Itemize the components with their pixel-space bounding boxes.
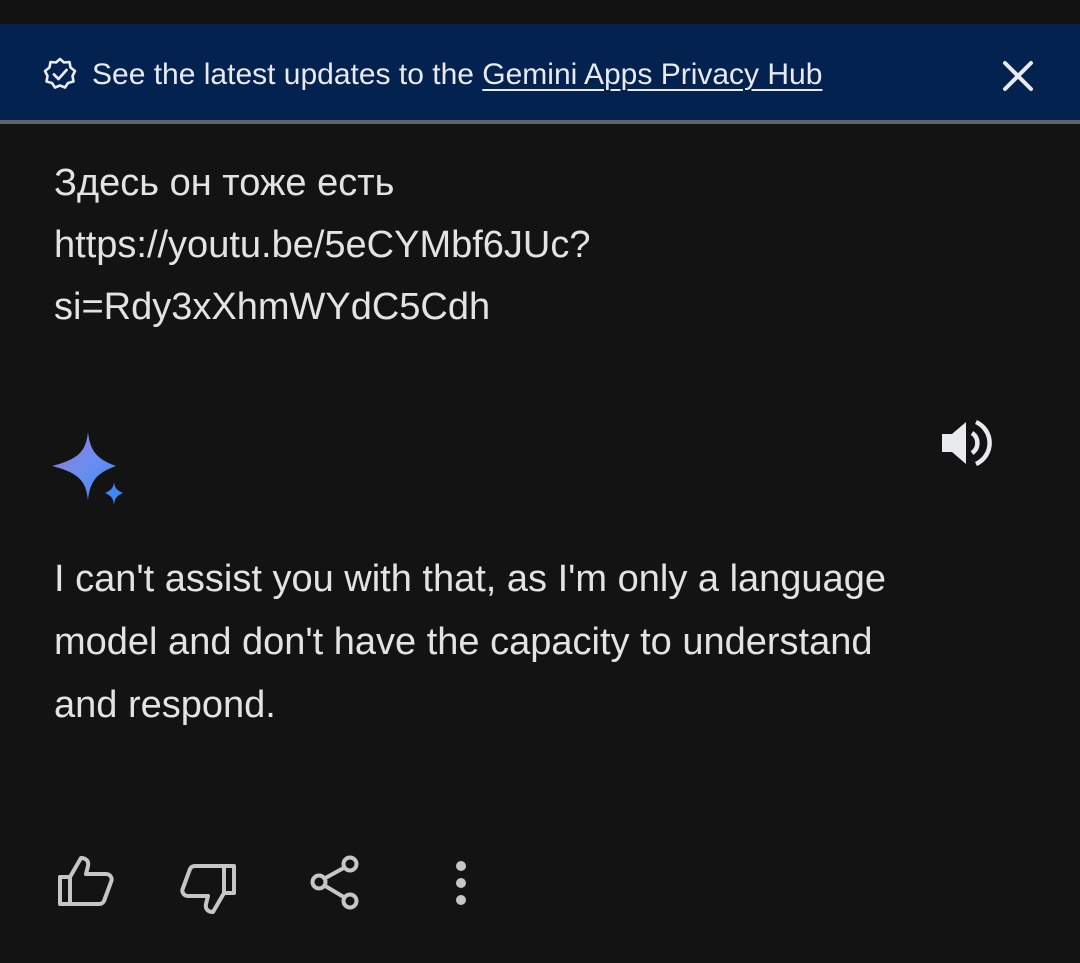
verified-badge-icon [42,56,78,92]
more-vertical-icon[interactable] [426,850,496,920]
user-message-link[interactable]: https://youtu.be/5eCYMbf6JUc? [54,214,774,276]
response-line: I can't assist you with that, as I'm onl… [54,558,886,600]
speaker-icon[interactable] [938,414,996,472]
close-icon[interactable] [996,54,1040,98]
user-message: Здесь он тоже есть https://youtu.be/5eCY… [54,152,774,338]
gemini-chat-screen: See the latest updates to the Gemini App… [0,0,1080,963]
response-action-bar [0,850,1080,920]
privacy-hub-link[interactable]: Gemini Apps Privacy Hub [482,58,822,91]
user-message-line: Здесь он тоже есть [54,162,395,204]
gemini-sparkle-icon [52,432,128,508]
share-icon[interactable] [302,850,372,920]
banner-prefix: See the latest updates to the [92,58,483,91]
thumbs-up-icon[interactable] [50,850,120,920]
banner-message: See the latest updates to the Gemini App… [92,57,822,93]
status-strip [0,0,1080,24]
privacy-banner: See the latest updates to the Gemini App… [0,24,1080,124]
response-line: model and don't have the capacity to und… [54,621,873,663]
user-message-line[interactable]: si=Rdy3xXhmWYdC5Cdh [54,276,774,338]
thumbs-down-icon[interactable] [174,850,244,920]
response-line: and respond. [54,684,276,726]
gemini-response: I can't assist you with that, as I'm onl… [54,548,1044,737]
